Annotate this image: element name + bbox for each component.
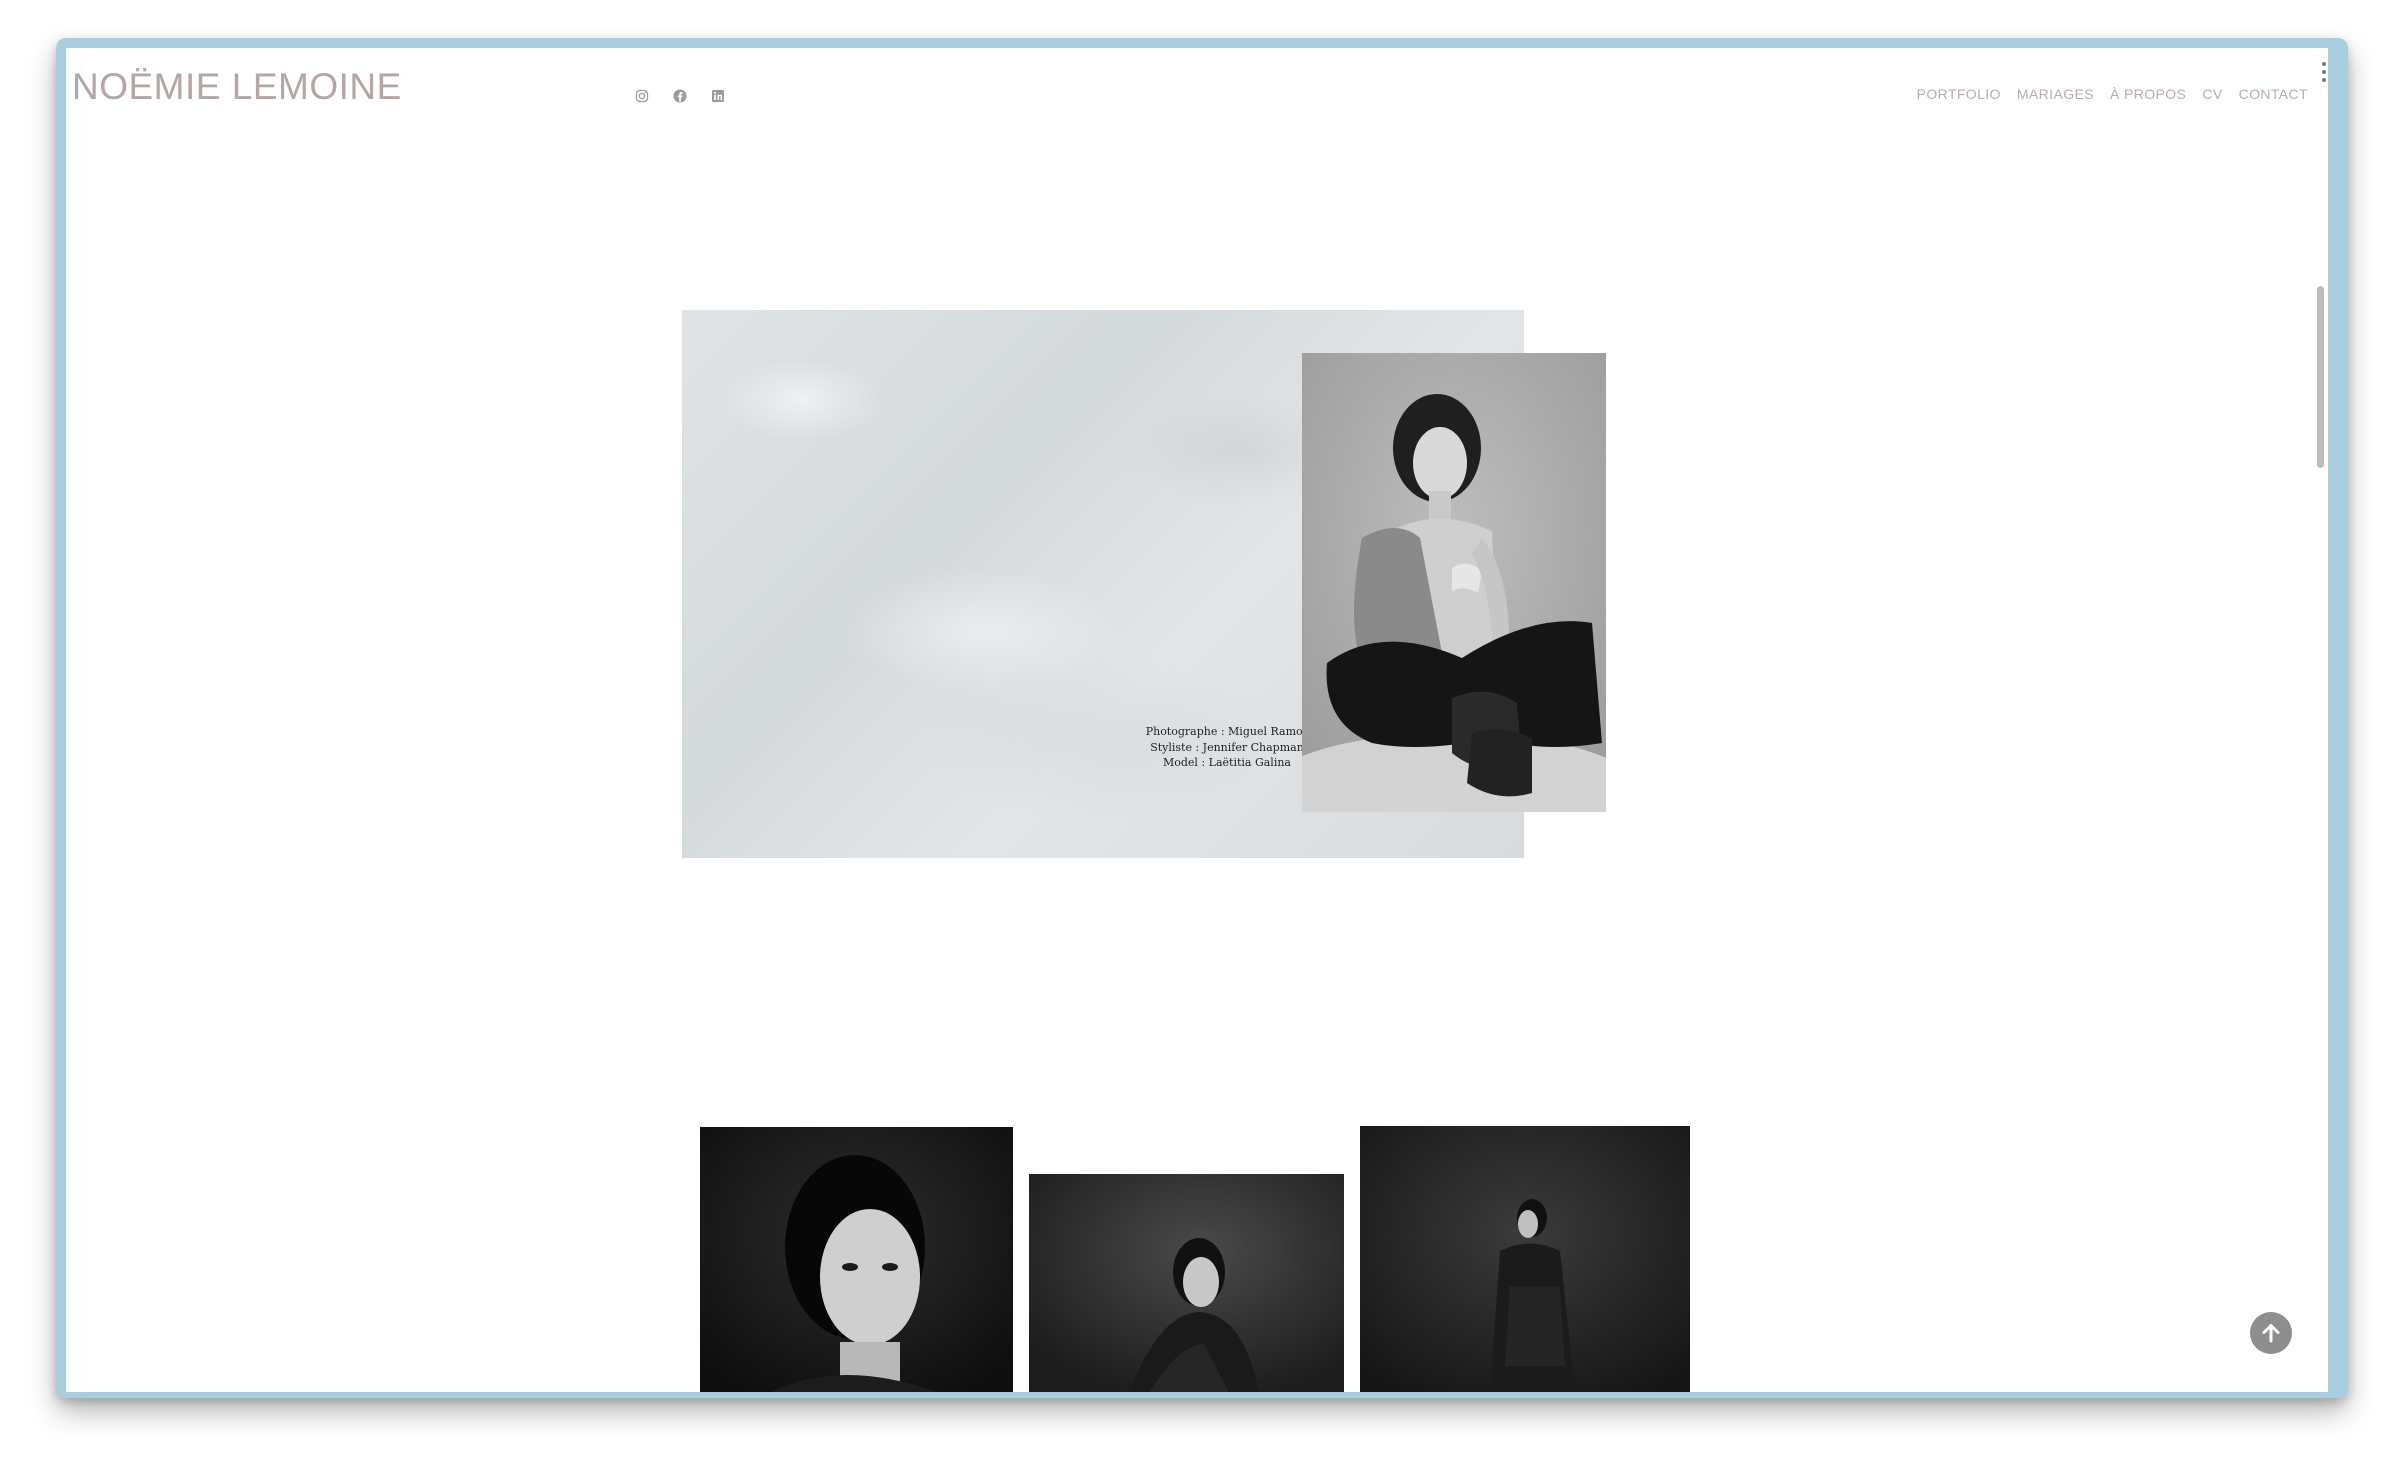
credit-model: Model : Laëtitia Galina bbox=[1163, 756, 1291, 769]
gallery-photo-1[interactable] bbox=[700, 1127, 1013, 1392]
scrollbar-thumb[interactable] bbox=[2317, 286, 2324, 468]
nav-a-propos[interactable]: À PROPOS bbox=[2110, 86, 2186, 102]
instagram-icon[interactable] bbox=[634, 88, 650, 104]
gallery-photo-3[interactable] bbox=[1360, 1126, 1690, 1392]
back-to-top-button[interactable] bbox=[2250, 1312, 2292, 1354]
main-nav: PORTFOLIO MARIAGES À PROPOS CV CONTACT bbox=[1917, 86, 2308, 102]
credit-photographer: Photographe : Miguel Ramos bbox=[1145, 725, 1309, 738]
hero-photo[interactable] bbox=[1302, 353, 1606, 812]
site-title[interactable]: NOËMIE LEMOINE bbox=[72, 66, 402, 108]
nav-portfolio[interactable]: PORTFOLIO bbox=[1917, 86, 2001, 102]
social-links bbox=[634, 88, 726, 104]
browser-window: NOËMIE LEMOINE PORTFOLIO MARIAGES À PROP… bbox=[56, 38, 2348, 1398]
page-viewport: NOËMIE LEMOINE PORTFOLIO MARIAGES À PROP… bbox=[66, 48, 2328, 1392]
more-options-icon[interactable] bbox=[2321, 62, 2326, 82]
arrow-up-icon bbox=[2262, 1324, 2280, 1343]
gallery-photo-2[interactable] bbox=[1029, 1174, 1344, 1392]
nav-mariages[interactable]: MARIAGES bbox=[2017, 86, 2094, 102]
facebook-icon[interactable] bbox=[672, 88, 688, 104]
nav-cv[interactable]: CV bbox=[2202, 86, 2222, 102]
nav-contact[interactable]: CONTACT bbox=[2239, 86, 2308, 102]
photo-credits: Photographe : Miguel Ramos Styliste : Je… bbox=[1127, 724, 1327, 771]
credit-stylist: Styliste : Jennifer Chapman bbox=[1150, 740, 1304, 754]
linkedin-icon[interactable] bbox=[710, 88, 726, 104]
